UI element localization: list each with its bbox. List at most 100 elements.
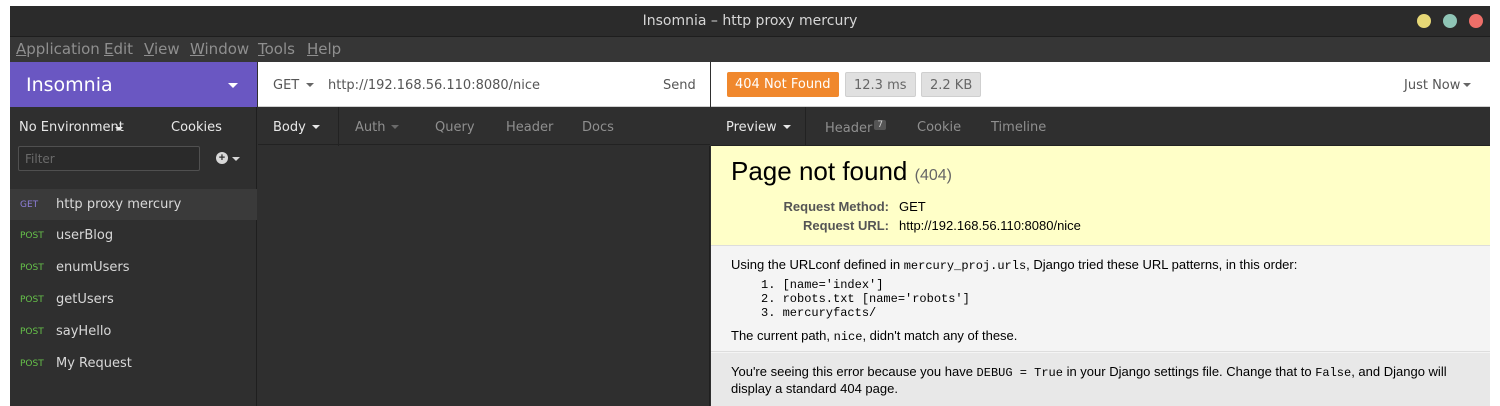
tab-query[interactable]: Query (435, 107, 475, 146)
request-pane: GET http://192.168.56.110:8080/nice Send… (258, 62, 710, 406)
list-item: 1. [name='index'] (761, 278, 884, 292)
tab-label: Auth (355, 120, 386, 135)
text-span: The current path, (731, 328, 834, 343)
text-span: , Django tried these URL patterns, in th… (1026, 257, 1298, 272)
tab-header[interactable]: Header (506, 107, 553, 146)
sidebar-request-item[interactable]: POST My Request (10, 348, 257, 379)
code-span: nice (833, 330, 863, 344)
tab-label: Timeline (991, 120, 1047, 135)
tab-docs[interactable]: Docs (582, 107, 614, 146)
tab-label: Docs (582, 120, 614, 135)
sidebar-request-item[interactable]: POST getUsers (10, 284, 257, 315)
maximize-button[interactable] (1443, 14, 1457, 28)
chevron-down-icon (311, 125, 320, 129)
chevron-down-icon (228, 83, 238, 88)
menu-tools[interactable]: Tools (258, 40, 295, 58)
code-span: DEBUG = True (976, 366, 1063, 380)
tab-label: Header (506, 120, 554, 135)
request-name: http proxy mercury (56, 197, 182, 212)
filter-input[interactable]: Filter (18, 146, 200, 171)
method-label: POST (20, 359, 44, 369)
debug-explanation: You're seeing this error because you hav… (711, 353, 1490, 406)
error-title: Page not found (731, 156, 908, 186)
tab-cookie[interactable]: Cookie (917, 107, 961, 146)
page-title: Page not found (404) (731, 156, 952, 187)
url-input[interactable]: http://192.168.56.110:8080/nice (328, 78, 540, 93)
chevron-down-icon (115, 127, 123, 131)
response-pane: 404 Not Found 12.3 ms 2.2 KB Just Now Pr… (711, 62, 1490, 406)
text-span: , didn't match any of these. (862, 328, 1018, 343)
add-circle-icon[interactable]: + (216, 152, 228, 164)
tab-preview[interactable]: Preview (711, 107, 806, 146)
title-bar: Insomnia – http proxy mercury (10, 6, 1490, 36)
chevron-down-icon (391, 125, 400, 129)
list-item: 2. robots.txt [name='robots'] (761, 292, 970, 306)
method-label: GET (20, 200, 39, 210)
tab-response-header[interactable]: Header 7 (825, 107, 887, 146)
cookies-button[interactable]: Cookies (171, 120, 222, 135)
minimize-button[interactable] (1417, 14, 1431, 28)
tab-timeline[interactable]: Timeline (991, 107, 1046, 146)
tab-body[interactable]: Body (258, 107, 339, 146)
request-method-value: GET (899, 199, 926, 214)
text-span: You're seeing this error because you hav… (731, 364, 977, 379)
error-summary: Page not found (404) Request Method: GET… (711, 146, 1490, 246)
tab-label: Preview (726, 120, 777, 135)
request-name: sayHello (56, 324, 112, 339)
sidebar-request-item[interactable]: POST sayHello (10, 316, 257, 347)
method-label: POST (20, 263, 44, 273)
sidebar: Insomnia No Environment Cookies Filter +… (10, 62, 257, 406)
menu-application[interactable]: Application (16, 40, 100, 58)
current-path-text: The current path, nice, didn't match any… (731, 328, 1017, 344)
request-body-editor[interactable] (258, 146, 710, 406)
response-tabs: Preview Header 7 Cookie Timeline (711, 107, 1490, 146)
workspace-selector[interactable]: Insomnia (10, 62, 257, 107)
menu-window[interactable]: Window (190, 40, 249, 58)
status-badge: 404 Not Found (727, 72, 839, 97)
window-title: Insomnia – http proxy mercury (642, 13, 858, 29)
text-span: Using the URLconf defined in (731, 257, 904, 272)
time-badge: 12.3 ms (845, 72, 916, 97)
code-span: False (1315, 366, 1352, 380)
sidebar-request-item[interactable]: POST userBlog (10, 220, 257, 251)
sidebar-request-item[interactable]: POST enumUsers (10, 252, 257, 283)
error-code: (404) (914, 167, 952, 184)
method-label: POST (20, 295, 44, 305)
url-patterns-list: 1. [name='index'] 2. robots.txt [name='r… (761, 278, 970, 320)
menu-view[interactable]: View (144, 40, 180, 58)
method-label: POST (20, 231, 44, 241)
chevron-down-icon (306, 83, 314, 87)
request-url-label: Request URL: (803, 218, 889, 233)
tab-label: Header (825, 121, 873, 136)
environment-selector[interactable]: No Environment (19, 120, 124, 135)
error-info: Using the URLconf defined in mercury_pro… (711, 247, 1490, 352)
method-label: POST (20, 327, 44, 337)
text-span: in your Django settings file. Change tha… (1062, 364, 1316, 379)
request-tabs: Body Auth Query Header Docs (258, 107, 710, 146)
request-name: My Request (56, 356, 132, 371)
list-item: 3. mercuryfacts/ (761, 306, 877, 320)
sidebar-request-item[interactable]: GET http proxy mercury (10, 189, 257, 220)
url-bar: GET http://192.168.56.110:8080/nice Send (258, 62, 710, 107)
tab-label: Body (273, 120, 306, 135)
debug-text: You're seeing this error because you hav… (731, 364, 1471, 397)
menu-help[interactable]: Help (307, 40, 341, 58)
app-window: Insomnia – http proxy mercury Applicatio… (10, 6, 1490, 406)
method-selector[interactable]: GET (273, 78, 299, 93)
response-status-bar: 404 Not Found 12.3 ms 2.2 KB Just Now (711, 62, 1490, 107)
tab-label: Cookie (917, 120, 962, 135)
urlconf-text: Using the URLconf defined in mercury_pro… (731, 257, 1297, 273)
menu-edit[interactable]: Edit (104, 40, 133, 58)
environment-row: No Environment Cookies (10, 107, 257, 147)
chevron-down-icon[interactable] (232, 157, 240, 161)
tab-label: Query (435, 120, 475, 135)
request-method-label: Request Method: (783, 199, 889, 214)
close-button[interactable] (1469, 14, 1483, 28)
request-url-value: http://192.168.56.110:8080/nice (899, 218, 1081, 233)
tab-auth[interactable]: Auth (355, 107, 400, 146)
request-name: enumUsers (56, 260, 130, 275)
send-button[interactable]: Send (663, 78, 696, 93)
chevron-down-icon (782, 125, 791, 129)
header-count-badge: 7 (874, 120, 887, 130)
history-selector[interactable]: Just Now (1404, 78, 1460, 93)
